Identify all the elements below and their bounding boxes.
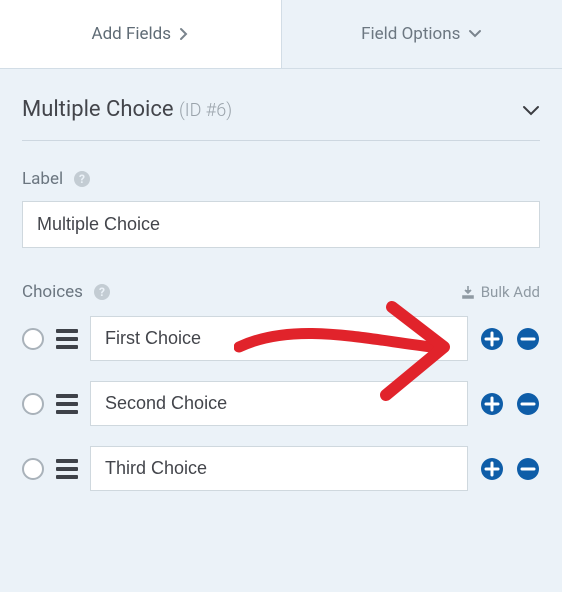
bulk-add-button[interactable]: Bulk Add xyxy=(461,283,540,301)
label-row: Label ? xyxy=(22,169,540,189)
remove-choice-button[interactable] xyxy=(516,327,540,351)
choice-radio[interactable] xyxy=(22,328,44,350)
bulk-add-label: Bulk Add xyxy=(481,283,540,301)
choices-label: Choices xyxy=(22,282,83,302)
remove-choice-button[interactable] xyxy=(516,392,540,416)
choice-row xyxy=(22,316,540,361)
chevron-right-icon xyxy=(179,27,189,41)
panel-title: Multiple Choice (ID #6) xyxy=(22,97,232,122)
panel-title-text: Multiple Choice xyxy=(22,97,174,122)
choice-row xyxy=(22,446,540,491)
remove-choice-button[interactable] xyxy=(516,457,540,481)
choices-label-group: Choices ? xyxy=(22,282,111,302)
choice-input[interactable] xyxy=(90,381,468,426)
label-input[interactable] xyxy=(22,201,540,248)
choice-radio[interactable] xyxy=(22,393,44,415)
choice-input[interactable] xyxy=(90,446,468,491)
panel-id: (ID #6) xyxy=(179,100,232,121)
choice-row xyxy=(22,381,540,426)
add-choice-button[interactable] xyxy=(480,327,504,351)
drag-handle-icon[interactable] xyxy=(56,329,78,349)
add-choice-button[interactable] xyxy=(480,392,504,416)
drag-handle-icon[interactable] xyxy=(56,459,78,479)
download-icon xyxy=(461,285,475,299)
choice-radio[interactable] xyxy=(22,458,44,480)
tab-field-options[interactable]: Field Options xyxy=(282,0,562,68)
tabs-bar: Add Fields Field Options xyxy=(0,0,562,69)
label-text: Label xyxy=(22,169,63,189)
panel-header[interactable]: Multiple Choice (ID #6) xyxy=(22,97,540,141)
add-choice-button[interactable] xyxy=(480,457,504,481)
tab-add-fields-label: Add Fields xyxy=(91,24,171,44)
field-options-panel: Multiple Choice (ID #6) Label ? Choices … xyxy=(0,69,562,491)
tab-add-fields[interactable]: Add Fields xyxy=(0,0,282,68)
tab-field-options-label: Field Options xyxy=(361,24,460,44)
chevron-down-icon[interactable] xyxy=(522,104,540,116)
svg-text:?: ? xyxy=(99,285,105,299)
svg-text:?: ? xyxy=(79,172,85,186)
choice-input[interactable] xyxy=(90,316,468,361)
help-icon[interactable]: ? xyxy=(73,170,91,188)
choices-header: Choices ? Bulk Add xyxy=(22,282,540,302)
drag-handle-icon[interactable] xyxy=(56,394,78,414)
chevron-down-icon xyxy=(468,29,482,39)
help-icon[interactable]: ? xyxy=(93,283,111,301)
